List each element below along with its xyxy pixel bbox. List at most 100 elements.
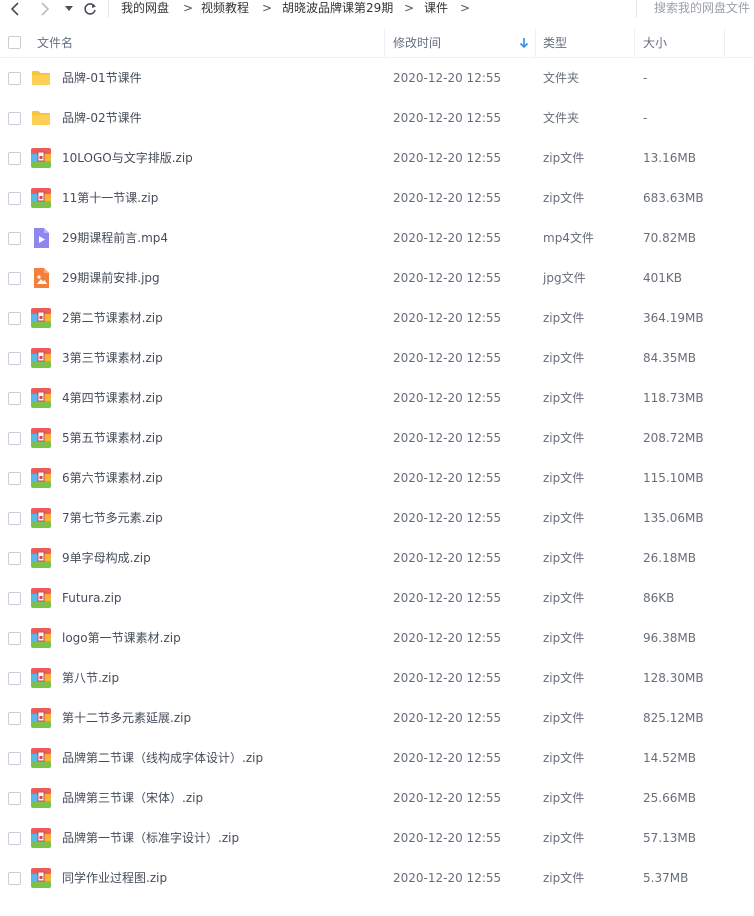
file-row[interactable]: logo第一节课素材.zip 2020-12-20 12:55 zip文件 96.38… — [0, 618, 754, 658]
zip-file-icon — [31, 628, 51, 648]
search-input[interactable]: 搜索我的网盘文件 — [654, 0, 750, 18]
file-name[interactable]: 品牌第三节课（宋体）.zip — [62, 778, 203, 818]
file-name[interactable]: 品牌第一节课（标准字设计）.zip — [62, 818, 239, 858]
file-name[interactable]: 品牌-02节课件 — [62, 98, 142, 138]
column-header-modified[interactable]: 修改时间 — [393, 28, 441, 58]
row-checkbox[interactable] — [8, 352, 21, 365]
back-button[interactable] — [6, 0, 24, 18]
refresh-icon — [84, 3, 96, 15]
row-checkbox[interactable] — [8, 312, 21, 325]
row-checkbox[interactable] — [8, 512, 21, 525]
row-checkbox[interactable] — [8, 752, 21, 765]
column-header-name[interactable]: 文件名 — [37, 28, 73, 58]
refresh-button[interactable] — [80, 0, 100, 18]
file-type: zip文件 — [543, 831, 585, 845]
column-header-type[interactable]: 类型 — [543, 28, 567, 58]
file-name[interactable]: 29期课程前言.mp4 — [62, 218, 168, 258]
folder-icon — [32, 71, 50, 85]
file-name[interactable]: 6第六节课素材.zip — [62, 458, 163, 498]
file-row[interactable]: 品牌-01节课件 2020-12-20 12:55 文件夹 - — [0, 58, 754, 98]
file-modified-date: 2020-12-20 12:55 — [393, 471, 502, 485]
sort-descending-icon[interactable] — [518, 37, 530, 49]
file-name[interactable]: 3第三节课素材.zip — [62, 338, 163, 378]
row-checkbox[interactable] — [8, 112, 21, 125]
file-row[interactable]: 4第四节课素材.zip 2020-12-20 12:55 zip文件 118.73MB — [0, 378, 754, 418]
file-row[interactable]: 2第二节课素材.zip 2020-12-20 12:55 zip文件 364.19MB — [0, 298, 754, 338]
navigation-bar: 我的网盘 > 视频教程 > 胡晓波品牌课第29期 > 课件 > 搜索我的网盘文件 — [0, 0, 754, 22]
file-name[interactable]: 第十二节多元素延展.zip — [62, 698, 191, 738]
row-checkbox[interactable] — [8, 192, 21, 205]
file-name[interactable]: 10LOGO与文字排版.zip — [62, 138, 193, 178]
file-name[interactable]: 同学作业过程图.zip — [62, 858, 167, 898]
row-checkbox[interactable] — [8, 672, 21, 685]
breadcrumb-item-video-tutorials[interactable]: 视频教程 — [201, 0, 249, 18]
file-name[interactable]: 4第四节课素材.zip — [62, 378, 163, 418]
file-type: 文件夹 — [543, 111, 580, 125]
file-row[interactable]: 3第三节课素材.zip 2020-12-20 12:55 zip文件 84.35MB — [0, 338, 754, 378]
file-type: zip文件 — [543, 791, 585, 805]
file-size: 364.19MB — [643, 311, 704, 325]
file-row[interactable]: Futura.zip 2020-12-20 12:55 zip文件 86KB — [0, 578, 754, 618]
row-checkbox[interactable] — [8, 552, 21, 565]
row-checkbox[interactable] — [8, 792, 21, 805]
row-checkbox[interactable] — [8, 272, 21, 285]
file-name[interactable]: Futura.zip — [62, 578, 122, 618]
file-type: zip文件 — [543, 751, 585, 765]
file-modified-date: 2020-12-20 12:55 — [393, 351, 502, 365]
file-modified-date: 2020-12-20 12:55 — [393, 271, 502, 285]
file-row[interactable]: 第十二节多元素延展.zip 2020-12-20 12:55 zip文件 825.12… — [0, 698, 754, 738]
row-checkbox[interactable] — [8, 832, 21, 845]
file-row[interactable]: 5第五节课素材.zip 2020-12-20 12:55 zip文件 208.72MB — [0, 418, 754, 458]
row-checkbox[interactable] — [8, 592, 21, 605]
file-size: 86KB — [643, 591, 675, 605]
file-name[interactable]: 品牌第二节课（线构成字体设计）.zip — [62, 738, 263, 778]
file-row[interactable]: 品牌第二节课（线构成字体设计）.zip 2020-12-20 12:55 zip文件… — [0, 738, 754, 778]
row-checkbox[interactable] — [8, 232, 21, 245]
file-type: zip文件 — [543, 151, 585, 165]
file-modified-date: 2020-12-20 12:55 — [393, 431, 502, 445]
file-row[interactable]: 29期课前安排.jpg 2020-12-20 12:55 jpg文件 401KB — [0, 258, 754, 298]
file-size: 84.35MB — [643, 351, 696, 365]
file-row[interactable]: 同学作业过程图.zip 2020-12-20 12:55 zip文件 5.37MB — [0, 858, 754, 898]
row-checkbox[interactable] — [8, 152, 21, 165]
file-name[interactable]: 29期课前安排.jpg — [62, 258, 160, 298]
row-checkbox[interactable] — [8, 72, 21, 85]
file-row[interactable]: 第八节.zip 2020-12-20 12:55 zip文件 128.30MB — [0, 658, 754, 698]
file-name[interactable]: logo第一节课素材.zip — [62, 618, 181, 658]
select-all-checkbox[interactable] — [8, 36, 21, 49]
file-row[interactable]: 6第六节课素材.zip 2020-12-20 12:55 zip文件 115.10MB — [0, 458, 754, 498]
breadcrumb-item-my-disk[interactable]: 我的网盘 — [121, 0, 169, 18]
zip-file-icon — [31, 388, 51, 408]
history-dropdown-button[interactable] — [62, 0, 76, 18]
breadcrumb-separator: > — [404, 1, 415, 15]
file-row[interactable]: 品牌-02节课件 2020-12-20 12:55 文件夹 - — [0, 98, 754, 138]
row-checkbox[interactable] — [8, 632, 21, 645]
file-row[interactable]: 29期课程前言.mp4 2020-12-20 12:55 mp4文件 70.82MB — [0, 218, 754, 258]
file-row[interactable]: 11第十一节课.zip 2020-12-20 12:55 zip文件 683.63MB — [0, 178, 754, 218]
file-row[interactable]: 10LOGO与文字排版.zip 2020-12-20 12:55 zip文件 13.1… — [0, 138, 754, 178]
forward-button[interactable] — [36, 0, 54, 18]
column-divider — [724, 28, 725, 58]
row-checkbox[interactable] — [8, 712, 21, 725]
file-size: 96.38MB — [643, 631, 696, 645]
file-name[interactable]: 第八节.zip — [62, 658, 119, 698]
file-row[interactable]: 品牌第一节课（标准字设计）.zip 2020-12-20 12:55 zip文件 57… — [0, 818, 754, 858]
breadcrumb-item-course-folder[interactable]: 胡晓波品牌课第29期 — [282, 0, 393, 18]
file-name[interactable]: 2第二节课素材.zip — [62, 298, 163, 338]
row-checkbox[interactable] — [8, 472, 21, 485]
file-name[interactable]: 11第十一节课.zip — [62, 178, 158, 218]
row-checkbox[interactable] — [8, 872, 21, 885]
row-checkbox[interactable] — [8, 392, 21, 405]
file-size: 683.63MB — [643, 191, 704, 205]
breadcrumb-item-courseware[interactable]: 课件 — [424, 0, 448, 18]
file-row[interactable]: 7第七节多元素.zip 2020-12-20 12:55 zip文件 135.06MB — [0, 498, 754, 538]
file-row[interactable]: 品牌第三节课（宋体）.zip 2020-12-20 12:55 zip文件 25.66… — [0, 778, 754, 818]
file-name[interactable]: 5第五节课素材.zip — [62, 418, 163, 458]
file-name[interactable]: 7第七节多元素.zip — [62, 498, 163, 538]
file-name[interactable]: 品牌-01节课件 — [62, 58, 142, 98]
file-row[interactable]: 9单字母构成.zip 2020-12-20 12:55 zip文件 26.18MB — [0, 538, 754, 578]
column-header-size[interactable]: 大小 — [643, 28, 667, 58]
file-name[interactable]: 9单字母构成.zip — [62, 538, 151, 578]
row-checkbox[interactable] — [8, 432, 21, 445]
zip-file-icon — [31, 348, 51, 368]
